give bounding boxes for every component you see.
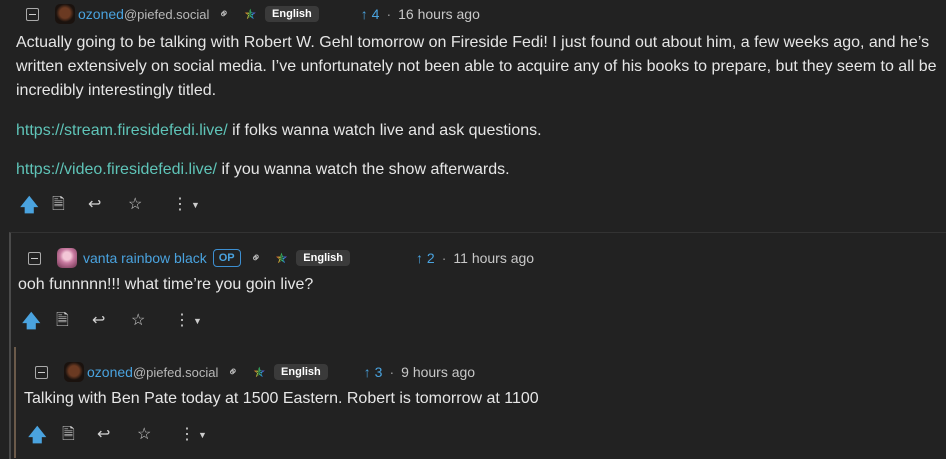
link-icon[interactable]: ⚭ bbox=[224, 362, 243, 381]
comment-header: vanta rainbow black OP ⚭ ✯ English ↑ 2 ·… bbox=[11, 245, 946, 271]
comment-body: ooh funnnnn!!! what time’re you goin liv… bbox=[18, 273, 946, 297]
link-icon[interactable]: ⚭ bbox=[247, 248, 266, 267]
language-badge: English bbox=[296, 250, 351, 266]
score: 3 bbox=[374, 364, 383, 380]
vote-count: ↑ 3 bbox=[364, 364, 383, 380]
chevron-down-icon: ▼ bbox=[193, 315, 202, 326]
language-badge: English bbox=[265, 6, 319, 22]
chevron-down-icon: ▼ bbox=[198, 429, 207, 440]
chevron-down-icon: ▼ bbox=[191, 199, 200, 210]
language-badge: English bbox=[274, 364, 328, 380]
separator: · bbox=[389, 364, 395, 380]
score: 2 bbox=[426, 250, 435, 266]
comment-body: Actually going to be talking with Robert… bbox=[16, 31, 942, 182]
vote-count: ↑ 4 bbox=[361, 6, 380, 22]
author-username[interactable]: vanta rainbow black bbox=[83, 250, 207, 266]
collapse-icon[interactable] bbox=[26, 7, 39, 21]
separator: · bbox=[441, 250, 447, 266]
vote-count: ↑ 2 bbox=[416, 250, 435, 266]
author-link[interactable]: ozoned@piefed.social bbox=[87, 364, 218, 380]
author-username: ozoned bbox=[78, 6, 124, 22]
avatar[interactable] bbox=[57, 248, 77, 268]
reply-button[interactable]: ↩ bbox=[92, 313, 105, 329]
save-button[interactable]: ☆ bbox=[131, 313, 145, 329]
comment: ozoned@piefed.social ⚭ ✯ English ↑ 4 · 1… bbox=[0, 0, 946, 232]
video-link[interactable]: https://video.firesidefedi.live/ bbox=[16, 161, 217, 178]
author-username: ozoned bbox=[87, 364, 133, 380]
author-link[interactable]: ozoned@piefed.social bbox=[78, 6, 209, 22]
comment-paragraph: ooh funnnnn!!! what time’re you goin liv… bbox=[18, 276, 314, 293]
comment-paragraph: https://stream.firesidefedi.live/ if fol… bbox=[16, 119, 942, 143]
source-button[interactable]: 🗎 bbox=[62, 427, 75, 443]
author-instance: @piefed.social bbox=[132, 365, 219, 380]
upvote-button[interactable]: 🡅 bbox=[22, 312, 41, 330]
separator: · bbox=[386, 6, 392, 22]
score: 4 bbox=[371, 6, 380, 22]
source-button[interactable]: 🗎 bbox=[52, 197, 65, 213]
stream-link[interactable]: https://stream.firesidefedi.live/ bbox=[16, 122, 228, 139]
paragraph-text: if you wanna watch the show afterwards. bbox=[217, 161, 510, 178]
more-button[interactable]: ⋮ ▼ bbox=[172, 196, 200, 213]
reply-button[interactable]: ↩ bbox=[97, 427, 110, 443]
timestamp[interactable]: 11 hours ago bbox=[453, 250, 534, 266]
save-button[interactable]: ☆ bbox=[137, 427, 151, 443]
more-button[interactable]: ⋮ ▼ bbox=[179, 426, 207, 443]
author-instance: @piefed.social bbox=[123, 7, 210, 22]
comment-reply: ozoned@piefed.social ⚭ ✯ English ↑ 3 · 9… bbox=[14, 347, 946, 458]
comment-header: ozoned@piefed.social ⚭ ✯ English ↑ 3 · 9… bbox=[16, 359, 946, 385]
arrow-up-icon: ↑ bbox=[363, 364, 371, 380]
avatar[interactable] bbox=[64, 362, 84, 382]
comment-body: Talking with Ben Pate today at 1500 East… bbox=[24, 387, 946, 411]
timestamp[interactable]: 16 hours ago bbox=[398, 6, 480, 22]
arrow-up-icon: ↑ bbox=[416, 250, 424, 266]
collapse-icon[interactable] bbox=[35, 365, 48, 379]
rainbow-star-icon: ✯ bbox=[244, 5, 257, 22]
comment-paragraph: Talking with Ben Pate today at 1500 East… bbox=[24, 390, 539, 407]
timestamp[interactable]: 9 hours ago bbox=[401, 364, 475, 380]
upvote-button[interactable]: 🡅 bbox=[20, 196, 39, 214]
collapse-icon[interactable] bbox=[28, 251, 41, 265]
comment-header: ozoned@piefed.social ⚭ ✯ English ↑ 4 · 1… bbox=[0, 1, 946, 27]
op-badge: OP bbox=[212, 249, 241, 267]
comment-paragraph: https://video.firesidefedi.live/ if you … bbox=[16, 158, 942, 182]
source-button[interactable]: 🗎 bbox=[56, 313, 69, 329]
arrow-up-icon: ↑ bbox=[360, 6, 368, 22]
rainbow-star-icon: ✯ bbox=[275, 249, 288, 266]
avatar[interactable] bbox=[55, 4, 75, 24]
link-icon[interactable]: ⚭ bbox=[215, 4, 234, 23]
paragraph-text: if folks wanna watch live and ask questi… bbox=[227, 122, 542, 139]
rainbow-star-icon: ✯ bbox=[253, 363, 266, 380]
upvote-button[interactable]: 🡅 bbox=[28, 426, 47, 444]
comment-paragraph: Actually going to be talking with Robert… bbox=[16, 34, 937, 99]
more-button[interactable]: ⋮ ▼ bbox=[174, 312, 202, 329]
reply-button[interactable]: ↩ bbox=[88, 197, 101, 213]
save-button[interactable]: ☆ bbox=[128, 197, 142, 213]
